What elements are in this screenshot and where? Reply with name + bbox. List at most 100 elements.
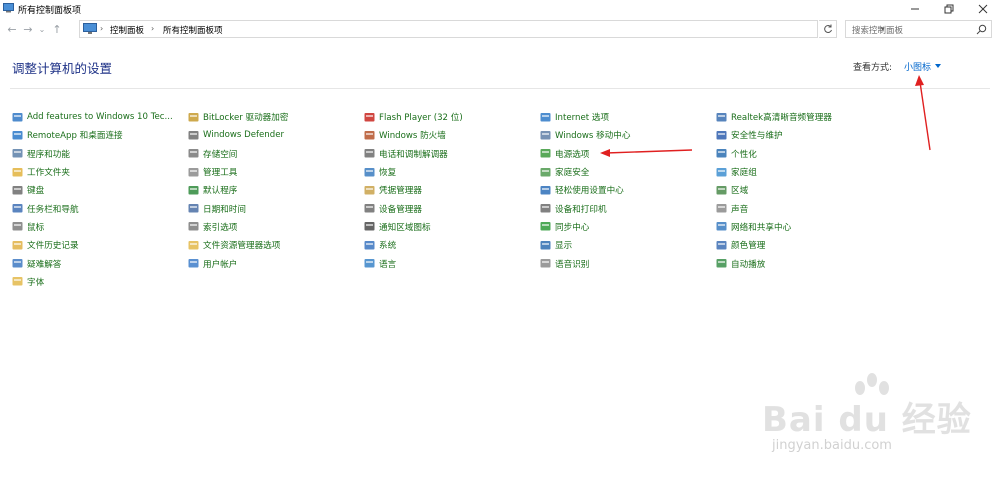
control-panel-item-label: Add features to Windows 10 Tec... — [27, 112, 173, 123]
control-panel-item[interactable]: 设备管理器 — [364, 199, 463, 217]
search-placeholder: 搜索控制面板 — [852, 26, 904, 36]
autoplay-icon — [716, 258, 727, 269]
control-panel-item[interactable]: Flash Player (32 位) — [364, 108, 463, 126]
control-panel-item[interactable]: 日期和时间 — [188, 199, 288, 217]
control-panel-item[interactable]: Windows 防火墙 — [364, 126, 463, 144]
personalization-icon — [716, 148, 727, 159]
control-panel-item[interactable]: Realtek高清晰音频管理器 — [716, 108, 832, 126]
control-panel-item[interactable]: 默认程序 — [188, 181, 288, 199]
control-panel-item[interactable]: 轻松使用设置中心 — [540, 181, 630, 199]
control-panel-item[interactable]: Windows Defender — [188, 126, 288, 144]
up-button[interactable]: ↑ — [51, 22, 63, 36]
control-panel-item-label: 文件资源管理器选项 — [203, 241, 281, 252]
control-panel-item-label: BitLocker 驱动器加密 — [203, 113, 289, 124]
view-by-dropdown[interactable]: 小图标 — [904, 60, 931, 73]
control-panel-item[interactable]: 个性化 — [716, 145, 832, 163]
control-panel-item-label: 设备管理器 — [379, 204, 422, 215]
control-panel-item[interactable]: 任务栏和导航 — [12, 199, 173, 217]
family-safety-icon — [540, 167, 551, 178]
control-panel-item-label: 语音识别 — [555, 259, 590, 270]
control-panel-item[interactable]: 恢复 — [364, 163, 463, 181]
control-panel-item-label: 凭据管理器 — [379, 186, 422, 197]
network-icon — [716, 221, 727, 232]
control-panel-item-label: 自动播放 — [731, 259, 766, 270]
user-accounts-icon — [188, 258, 199, 269]
control-panel-item[interactable]: 文件历史记录 — [12, 236, 173, 254]
control-panel-item-label: 程序和功能 — [27, 149, 70, 160]
control-panel-item[interactable]: Internet 选项 — [540, 108, 630, 126]
control-panel-icon — [3, 3, 14, 13]
control-panel-item[interactable]: 程序和功能 — [12, 145, 173, 163]
items-column-1: Add features to Windows 10 Tec... RemoteA… — [12, 108, 173, 291]
breadcrumb-separator-icon: › — [151, 24, 155, 33]
control-panel-item-label: 区域 — [731, 186, 749, 197]
remoteapp-icon — [12, 130, 23, 141]
up-arrow-icon: ↑ — [52, 22, 62, 36]
control-panel-item[interactable]: Windows 移动中心 — [540, 126, 630, 144]
admin-tools-icon — [188, 167, 199, 178]
breadcrumb-control-panel[interactable]: 控制面板 — [110, 24, 144, 36]
forward-button[interactable]: → — [22, 23, 34, 36]
control-panel-item[interactable]: 电源选项 — [540, 145, 630, 163]
control-panel-item[interactable]: BitLocker 驱动器加密 — [188, 108, 288, 126]
control-panel-item[interactable]: 键盘 — [12, 181, 173, 199]
control-panel-item-label: 键盘 — [27, 186, 45, 197]
control-panel-item[interactable]: 存储空间 — [188, 145, 288, 163]
control-panel-item[interactable]: RemoteApp 和桌面连接 — [12, 126, 173, 144]
control-panel-item-label: 索引选项 — [203, 222, 238, 233]
breadcrumb-all-items[interactable]: 所有控制面板项 — [163, 24, 223, 36]
control-panel-item[interactable]: 安全性与维护 — [716, 126, 832, 144]
back-button[interactable]: ← — [6, 23, 18, 36]
control-panel-item[interactable]: 家庭安全 — [540, 163, 630, 181]
control-panel-item[interactable]: 鼠标 — [12, 218, 173, 236]
address-bar[interactable]: › 控制面板 › 所有控制面板项 ▾ — [79, 20, 885, 38]
control-panel-item[interactable]: 自动播放 — [716, 254, 832, 272]
control-panel-item[interactable]: Add features to Windows 10 Tec... — [12, 108, 173, 126]
control-panel-item[interactable]: 区域 — [716, 181, 832, 199]
control-panel-item[interactable]: 凭据管理器 — [364, 181, 463, 199]
control-panel-item-label: 电话和调制解调器 — [379, 149, 448, 160]
control-panel-item[interactable]: 通知区域图标 — [364, 218, 463, 236]
refresh-button[interactable] — [819, 20, 837, 38]
control-panel-item-label: Windows 防火墙 — [379, 131, 446, 142]
control-panel-item[interactable]: 用户帐户 — [188, 254, 288, 272]
control-panel-item[interactable]: 家庭组 — [716, 163, 832, 181]
control-panel-item-label: Internet 选项 — [555, 113, 610, 124]
control-panel-item[interactable]: 颜色管理 — [716, 236, 832, 254]
devices-printers-icon — [540, 203, 551, 214]
control-panel-item[interactable]: 文件资源管理器选项 — [188, 236, 288, 254]
control-panel-item[interactable]: 管理工具 — [188, 163, 288, 181]
control-panel-item[interactable]: 疑难解答 — [12, 254, 173, 272]
annotation-arrow-view-by — [915, 75, 931, 151]
control-panel-item[interactable]: 设备和打印机 — [540, 199, 630, 217]
control-panel-item[interactable]: 语言 — [364, 254, 463, 272]
control-panel-item-label: 设备和打印机 — [555, 204, 607, 215]
control-panel-item[interactable]: 同步中心 — [540, 218, 630, 236]
mobility-center-icon — [540, 130, 551, 141]
flash-icon — [364, 112, 375, 123]
control-panel-item[interactable]: 系统 — [364, 236, 463, 254]
bitlocker-icon — [188, 112, 199, 123]
control-panel-item[interactable]: 索引选项 — [188, 218, 288, 236]
control-panel-item[interactable]: 网络和共享中心 — [716, 218, 832, 236]
search-input[interactable]: 搜索控制面板 — [845, 20, 992, 38]
recent-locations-button[interactable]: ⌄ — [36, 23, 48, 35]
control-panel-item-label: 日期和时间 — [203, 204, 246, 215]
control-panel-item[interactable]: 电话和调制解调器 — [364, 145, 463, 163]
control-panel-item[interactable]: 声音 — [716, 199, 832, 217]
control-panel-item-label: 家庭安全 — [555, 168, 590, 179]
control-panel-item[interactable]: 工作文件夹 — [12, 163, 173, 181]
control-panel-item-label: 家庭组 — [731, 168, 757, 179]
region-icon — [716, 185, 727, 196]
control-panel-item-label: 电源选项 — [555, 149, 590, 160]
control-panel-item[interactable]: 语音识别 — [540, 254, 630, 272]
control-panel-item[interactable]: 显示 — [540, 236, 630, 254]
minimize-button[interactable] — [898, 0, 932, 17]
view-by-caret-icon[interactable] — [935, 64, 941, 68]
control-panel-item-label: Realtek高清晰音频管理器 — [731, 113, 832, 124]
watermark-domain: jingyan.baidu.com — [772, 438, 892, 453]
close-button[interactable] — [966, 0, 1000, 17]
control-panel-item-label: 系统 — [379, 241, 397, 252]
maximize-button[interactable] — [932, 0, 966, 17]
control-panel-item[interactable]: 字体 — [12, 273, 173, 291]
